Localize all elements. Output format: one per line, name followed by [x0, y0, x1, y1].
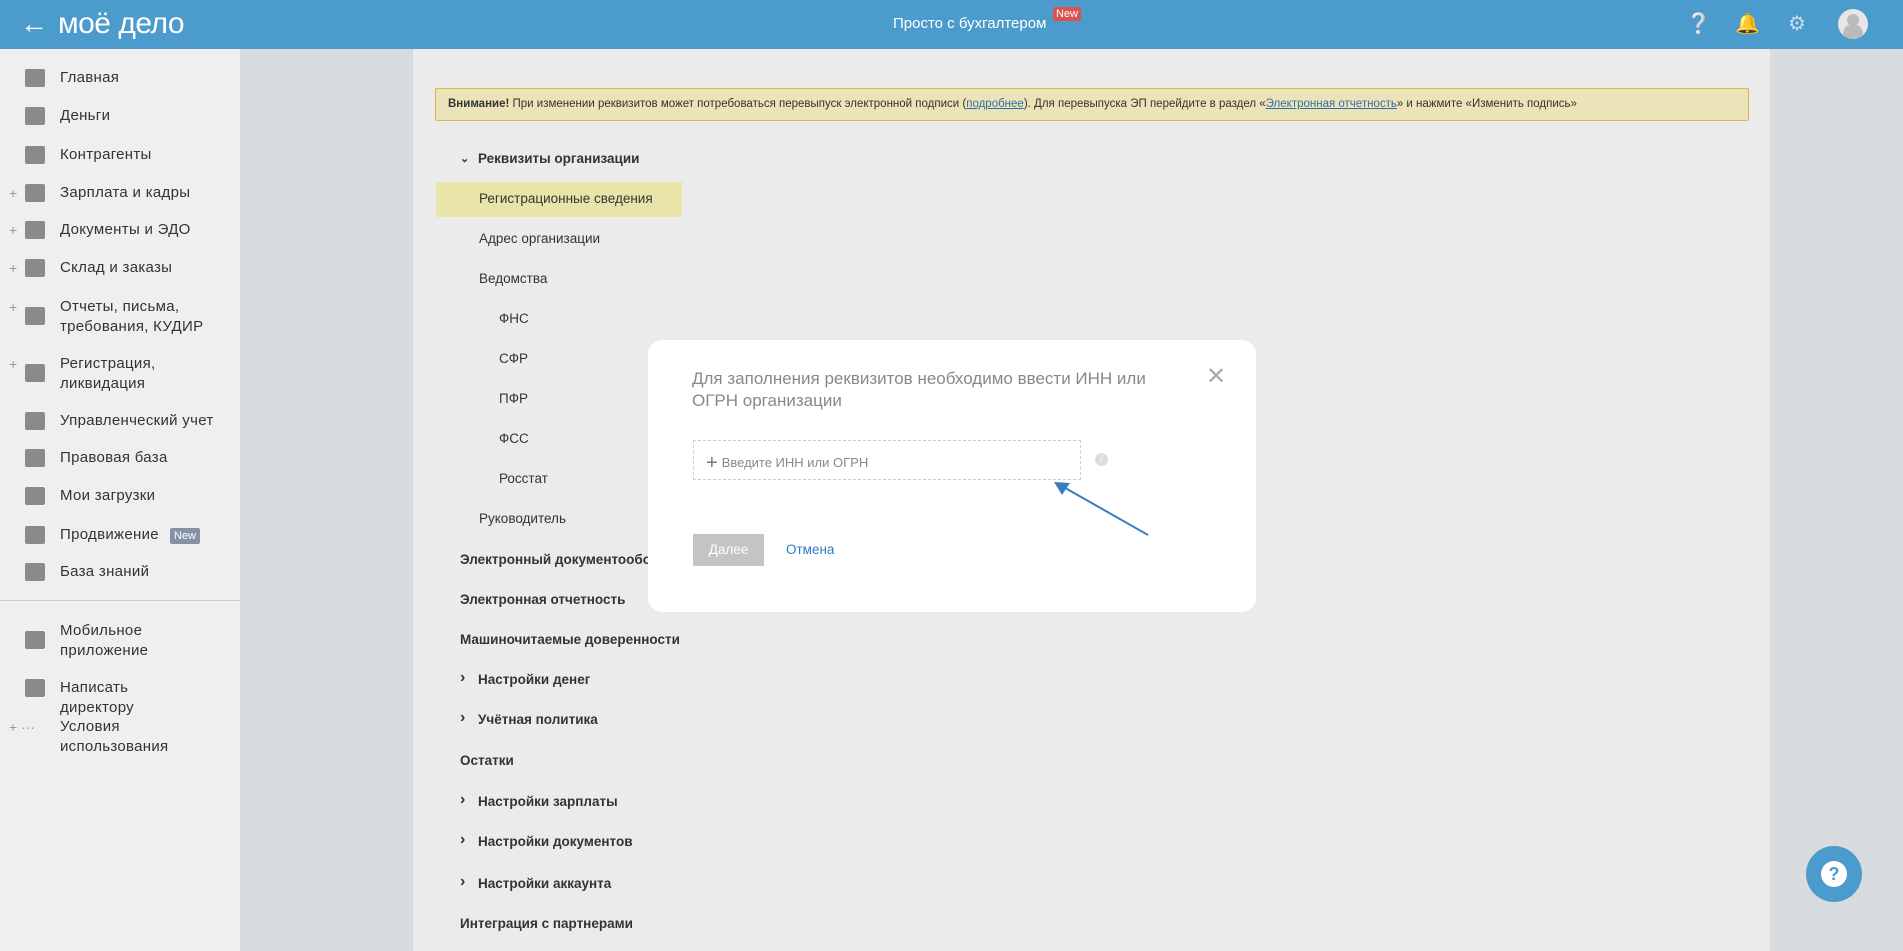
- new-badge: New: [170, 528, 201, 544]
- expand-icon[interactable]: +: [9, 183, 17, 203]
- sidebar-item-label: Мобильное приложение: [60, 622, 149, 659]
- menu-icon: [25, 449, 45, 467]
- details-link[interactable]: подробнее: [966, 98, 1024, 110]
- left-gutter: [240, 49, 413, 951]
- help-button[interactable]: ?: [1806, 846, 1862, 902]
- sidebar-item-label: Деньги: [60, 107, 111, 124]
- sidebar-item-label: Контрагенты: [60, 146, 152, 163]
- chevron-right-icon[interactable]: ›: [460, 791, 465, 809]
- cancel-link[interactable]: Отмена: [786, 542, 834, 557]
- question-icon: ?: [1821, 860, 1847, 887]
- tree-item[interactable]: Учётная политика: [478, 711, 598, 729]
- menu-icon: [25, 107, 45, 125]
- tree-item[interactable]: Руководитель: [479, 510, 566, 528]
- chevron-right-icon[interactable]: ›: [460, 873, 465, 891]
- tree-item[interactable]: ФСС: [499, 430, 529, 448]
- e-reporting-link[interactable]: Электронная отчетность: [1266, 98, 1397, 110]
- gear-icon[interactable]: ⚙: [1785, 12, 1809, 36]
- logo[interactable]: моё дело: [58, 7, 185, 41]
- tree-item[interactable]: Электронный документооборот: [460, 551, 674, 569]
- menu-icon: [25, 412, 45, 430]
- tree-item[interactable]: СФР: [499, 350, 528, 368]
- expand-icon[interactable]: +: [9, 354, 17, 374]
- tree-item[interactable]: Настройки денег: [478, 671, 590, 689]
- sidebar-item-label: Продвижение: [60, 526, 159, 543]
- sidebar-item-label: Регистрация, ликвидация: [60, 355, 156, 392]
- sidebar-item-label: Главная: [60, 69, 120, 86]
- warning-text: При изменении реквизитов может потребова…: [509, 98, 967, 110]
- menu-icon: [25, 526, 45, 544]
- modal-title: Для заполнения реквизитов необходимо вве…: [692, 369, 1146, 410]
- tree-item[interactable]: Настройки зарплаты: [478, 793, 618, 811]
- inn-input[interactable]: + Введите ИНН или ОГРН: [693, 440, 1081, 480]
- inn-modal: Для заполнения реквизитов необходимо вве…: [648, 340, 1256, 612]
- sidebar-item-label: Условия использования: [60, 718, 169, 755]
- tree-item[interactable]: Интеграция с партнерами: [460, 915, 633, 933]
- tree-item[interactable]: Реквизиты организации: [478, 150, 639, 168]
- sidebar-item-label: Мои загрузки: [60, 487, 156, 504]
- tree-item[interactable]: Электронная отчетность: [460, 591, 625, 609]
- sidebar-item-label: Склад и заказы: [60, 259, 173, 276]
- tree-item[interactable]: ПФР: [499, 390, 528, 408]
- sidebar-item-label: Отчеты, письма, требования, КУДИР: [60, 298, 204, 335]
- warning-banner: Внимание! При изменении реквизитов может…: [435, 88, 1749, 121]
- inn-placeholder: Введите ИНН или ОГРН: [721, 455, 869, 470]
- right-gutter: [1770, 49, 1903, 951]
- plus-icon: +: [706, 452, 718, 474]
- menu-icon: [25, 184, 45, 202]
- arrow-annotation: [1054, 482, 1149, 536]
- expand-icon[interactable]: +: [9, 220, 17, 240]
- sidebar: Главная Деньги Контрагенты + Зарплата и кадр…: [0, 49, 240, 951]
- chevron-right-icon[interactable]: ›: [460, 831, 465, 849]
- help-icon[interactable]: ❔: [1686, 12, 1711, 36]
- expand-icon[interactable]: +: [9, 297, 17, 317]
- warning-bold: Внимание!: [448, 98, 510, 110]
- tree-item[interactable]: Машиночитаемые доверенности: [460, 631, 680, 649]
- warning-text: » и нажмите «Изменить подпись»: [1396, 98, 1577, 110]
- new-badge: New: [1053, 7, 1082, 21]
- menu-icon: [25, 631, 45, 649]
- back-arrow-icon[interactable]: ←: [20, 8, 48, 40]
- tree-item[interactable]: Адрес организации: [479, 230, 600, 248]
- next-button[interactable]: Далее: [693, 534, 764, 566]
- sidebar-divider: [0, 600, 240, 601]
- top-header: ← моё дело Просто с бухгалтером New ❔ 🔔 …: [0, 0, 1903, 49]
- bell-icon[interactable]: 🔔: [1735, 12, 1760, 36]
- warning-text: ). Для перевыпуска ЭП перейдите в раздел…: [1023, 98, 1266, 110]
- menu-icon: [25, 487, 45, 505]
- menu-icon: [25, 259, 45, 277]
- tree-item[interactable]: Настройки документов: [478, 833, 633, 851]
- sidebar-item-label: База знаний: [60, 563, 150, 580]
- sidebar-item-label: Правовая база: [60, 449, 168, 466]
- menu-icon: [25, 307, 45, 325]
- sidebar-item-label: Написать директору: [60, 679, 134, 716]
- info-icon[interactable]: i: [1095, 453, 1108, 466]
- tree-item[interactable]: Ведомства: [479, 270, 547, 288]
- menu-icon: [25, 146, 45, 164]
- avatar[interactable]: [1838, 9, 1868, 39]
- tree-item[interactable]: Регистрационные сведения: [479, 190, 653, 208]
- tree-item[interactable]: Настройки аккаунта: [478, 875, 611, 893]
- sidebar-item-label: Документы и ЭДО: [60, 221, 191, 238]
- sidebar-item-label: Управленческий учет: [60, 412, 214, 429]
- close-icon[interactable]: ✕: [1206, 362, 1226, 391]
- sidebar-item-label: Зарплата и кадры: [60, 184, 191, 201]
- chevron-right-icon[interactable]: ›: [460, 709, 465, 727]
- menu-icon: [25, 364, 45, 382]
- tree-item[interactable]: Остатки: [460, 752, 514, 770]
- menu-icon: [25, 563, 45, 581]
- tree-item[interactable]: ФНС: [499, 310, 529, 328]
- chevron-right-icon[interactable]: ›: [460, 669, 465, 687]
- menu-icon: [25, 69, 45, 87]
- expand-icon[interactable]: +: [9, 258, 17, 278]
- tree-item[interactable]: Росстат: [499, 470, 548, 488]
- header-title-link[interactable]: Просто с бухгалтером: [893, 15, 1046, 32]
- menu-icon: [25, 221, 45, 239]
- expand-icon[interactable]: + ···: [9, 717, 35, 737]
- chevron-down-icon[interactable]: ⌄: [460, 150, 469, 168]
- menu-icon: [25, 679, 45, 697]
